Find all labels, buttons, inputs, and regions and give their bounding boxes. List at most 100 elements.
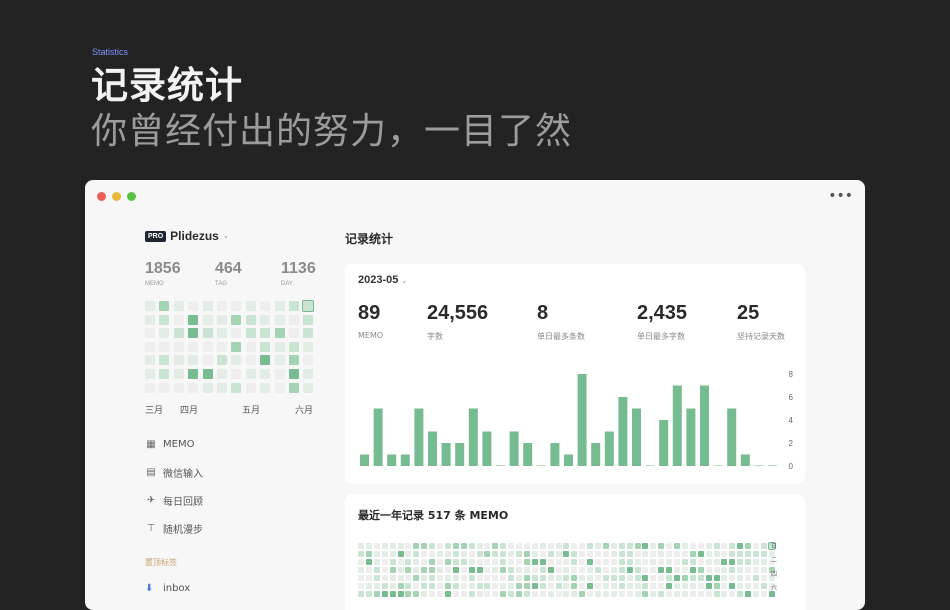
heatmap-cell xyxy=(159,382,170,393)
flight-icon: ✈ xyxy=(146,495,156,506)
heatmap-cell xyxy=(381,567,388,573)
heatmap-cell xyxy=(650,559,657,565)
bar xyxy=(645,465,655,466)
heatmap-cell xyxy=(587,551,594,557)
bar xyxy=(672,385,682,466)
heatmap-cell xyxy=(188,382,199,393)
yearly-heatmap xyxy=(358,542,778,603)
tag-label: inbox xyxy=(163,583,191,594)
heatmap-cell xyxy=(397,551,404,557)
heatmap-cell xyxy=(626,591,633,597)
heatmap-cell xyxy=(658,551,665,557)
bar xyxy=(455,443,465,466)
kpi-label: 单日最多字数 xyxy=(637,332,685,341)
heatmap-cell xyxy=(555,583,562,589)
month-selector[interactable]: 2023-05 ⌄ xyxy=(358,274,407,286)
nav-item-daily-review[interactable]: ✈ 每日回顾 xyxy=(145,493,203,508)
heatmap-cell xyxy=(460,591,467,597)
heatmap-cell xyxy=(753,543,759,549)
heatmap-cell xyxy=(563,567,570,573)
nav-item-wechat[interactable]: ▤ 微信输入 xyxy=(145,465,203,480)
user-switcher[interactable]: PRO Plidezus ⌄ xyxy=(145,229,229,243)
heatmap-cell xyxy=(555,567,562,573)
more-horizontal-icon[interactable]: ••• xyxy=(828,188,853,204)
heatmap-cell xyxy=(468,575,475,581)
heatmap-cell xyxy=(666,551,673,557)
heatmap-cell xyxy=(760,575,767,581)
heatmap-cell xyxy=(650,567,657,573)
heatmap-cell xyxy=(650,583,657,589)
minimize-window-button[interactable] xyxy=(112,192,121,201)
heatmap-cell xyxy=(595,591,601,597)
heatmap-cell xyxy=(217,355,227,366)
heatmap-cell xyxy=(389,567,396,573)
heatmap-cell xyxy=(571,575,578,581)
heatmap-cell xyxy=(745,575,752,581)
heatmap-cell xyxy=(468,591,475,597)
heatmap-cell xyxy=(650,575,657,581)
heatmap-cell xyxy=(389,551,396,557)
heatmap-cell xyxy=(760,591,767,597)
heatmap-cell xyxy=(681,551,688,557)
yearly-heatmap-card: 最近一年记录 517 条 MEMO 日 二 四 六 xyxy=(345,494,805,610)
heatmap-cell xyxy=(666,583,673,589)
heatmap-cell xyxy=(760,583,767,589)
heatmap-cell xyxy=(618,591,625,597)
heatmap-cell xyxy=(642,583,649,589)
heatmap-cell xyxy=(492,551,499,557)
heatmap-cell xyxy=(452,543,459,549)
nav-item-memo[interactable]: ▦ MEMO xyxy=(145,438,194,450)
nav-item-random-walk[interactable]: ⊤ 随机漫步 xyxy=(145,521,203,536)
heatmap-cell xyxy=(666,591,673,597)
heatmap-cell xyxy=(539,551,546,557)
heatmap-cell xyxy=(500,543,507,549)
heatmap-cell xyxy=(563,591,570,597)
nav-label: 每日回顾 xyxy=(163,497,203,508)
heatmap-months: 三月 四月 五月 六月 xyxy=(145,403,315,416)
heatmap-cell xyxy=(753,559,759,565)
hero-tag: Statistics xyxy=(92,47,129,57)
bar xyxy=(659,420,669,466)
heatmap-cell xyxy=(413,567,420,573)
heatmap-cell xyxy=(658,567,665,573)
month-value: 2023-05 xyxy=(358,274,399,286)
heatmap-cell xyxy=(705,543,712,549)
close-window-button[interactable] xyxy=(97,192,106,201)
heatmap-cell xyxy=(274,341,285,352)
heatmap-cell xyxy=(555,559,562,565)
kpi-max-entries: 8 单日最多条数 xyxy=(537,302,585,342)
heatmap-cell xyxy=(634,559,641,565)
heatmap-cell xyxy=(697,591,704,597)
app-window: ••• PRO Plidezus ⌄ 1856 MEMO 464 TAG 113… xyxy=(85,180,865,610)
chevron-down-icon: ⌄ xyxy=(222,232,229,240)
heatmap-cell xyxy=(303,341,314,352)
heatmap-cell xyxy=(260,341,271,352)
heatmap-cell xyxy=(737,575,744,581)
nav-label: 随机漫步 xyxy=(163,525,203,536)
heatmap-cell xyxy=(658,543,665,549)
heatmap-cell xyxy=(260,301,271,311)
heatmap-cell xyxy=(626,575,633,581)
kpi-memo: 89 MEMO xyxy=(358,302,383,340)
zoom-window-button[interactable] xyxy=(127,192,136,201)
heatmap-cell xyxy=(303,314,314,325)
heatmap-cell xyxy=(610,551,617,557)
heatmap-cell xyxy=(531,559,538,565)
heatmap-cell xyxy=(745,551,752,557)
heatmap-cell xyxy=(555,575,562,581)
stat-value: 464 xyxy=(215,260,242,277)
heatmap-cell xyxy=(173,382,184,393)
heatmap-cell xyxy=(365,591,372,597)
heatmap-cell xyxy=(245,314,256,325)
heatmap-cell xyxy=(563,543,570,549)
heatmap-cell xyxy=(202,328,213,339)
bar xyxy=(360,454,369,466)
heatmap-cell xyxy=(713,543,720,549)
heatmap-cell xyxy=(563,575,570,581)
bar xyxy=(754,465,764,466)
heatmap-cell xyxy=(358,543,364,549)
tag-item-inbox[interactable]: ⬇ inbox xyxy=(145,583,190,594)
heatmap-cell xyxy=(531,583,538,589)
heatmap-cell xyxy=(595,559,601,565)
heatmap-cell xyxy=(217,341,227,352)
